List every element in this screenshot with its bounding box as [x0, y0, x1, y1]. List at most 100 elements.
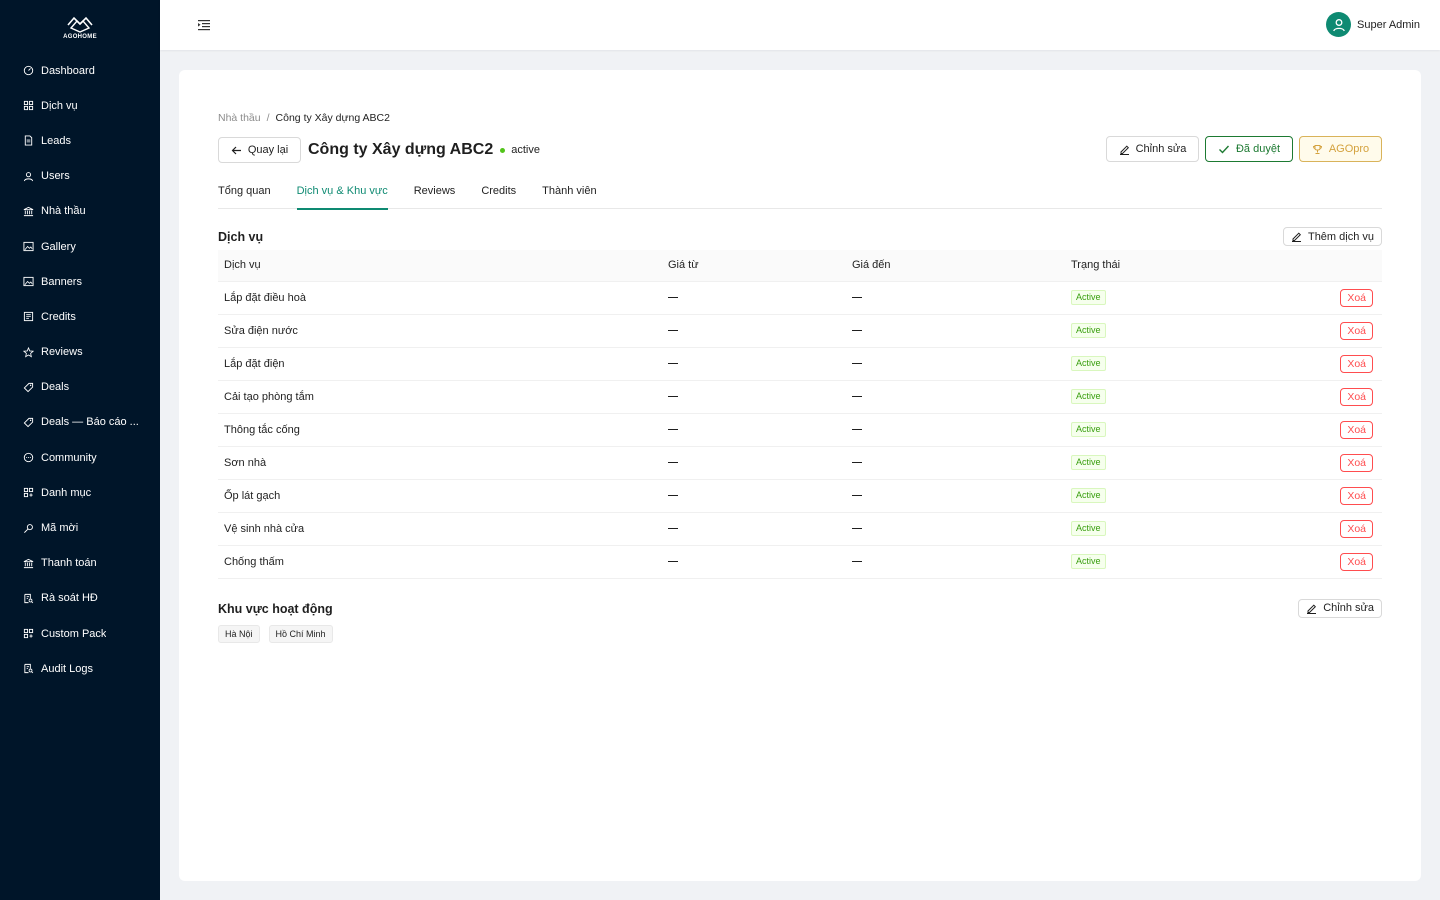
user-name: Super Admin	[1357, 18, 1420, 31]
price-from	[662, 314, 846, 348]
status-cell: Active	[1065, 479, 1265, 513]
delete-button[interactable]: Xoá	[1340, 288, 1373, 307]
sidebar-item-label: Mã mời	[41, 522, 79, 535]
empty-value-dash	[668, 330, 678, 332]
user-icon	[1332, 18, 1345, 31]
breadcrumb-current: Công ty Xây dựng ABC2	[275, 112, 390, 124]
tab-thanh-vien[interactable]: Thành viên	[542, 180, 596, 209]
price-to	[846, 347, 1065, 381]
table-row: Lắp đặt điều hoà Active Xoá	[218, 281, 1382, 315]
delete-button[interactable]: Xoá	[1340, 552, 1373, 571]
sidebar-item-nha-thau[interactable]: Nhà thầu	[0, 194, 160, 229]
delete-button[interactable]: Xoá	[1340, 354, 1373, 373]
price-from	[662, 380, 846, 414]
delete-button[interactable]: Xoá	[1340, 420, 1373, 439]
delete-button[interactable]: Xoá	[1340, 486, 1373, 505]
status-badge: Active	[1071, 422, 1106, 437]
sidebar-item-danh-muc[interactable]: Danh mục	[0, 475, 160, 510]
price-from	[662, 512, 846, 546]
wallet-icon	[22, 311, 34, 323]
sidebar-item-label: Dashboard	[41, 64, 95, 77]
status-dot	[500, 147, 506, 153]
regions-list: Hà Nội Hồ Chí Minh	[218, 624, 1382, 643]
service-name: Vệ sinh nhà cửa	[218, 512, 662, 546]
sidebar-menu: Dashboard Dịch vụ Leads Users Nhà thầu Galler…	[0, 53, 160, 686]
delete-button[interactable]: Xoá	[1340, 519, 1373, 538]
sidebar-item-label: Deals — Báo cáo ...	[41, 416, 139, 429]
sidebar-item-dashboard[interactable]: Dashboard	[0, 53, 160, 88]
sidebar-item-label: Banners	[41, 275, 82, 288]
status-badge: Active	[1071, 455, 1106, 470]
sidebar-item-custom-pack[interactable]: Custom Pack	[0, 616, 160, 651]
empty-value-dash	[852, 429, 862, 431]
back-button[interactable]: Quay lại	[218, 137, 301, 163]
empty-value-dash	[852, 363, 862, 365]
edit-icon	[1307, 603, 1317, 614]
sidebar-item-label: Gallery	[41, 240, 76, 253]
action-cell: Xoá	[1265, 512, 1382, 546]
sidebar-item-thanh-toan[interactable]: Thanh toán	[0, 546, 160, 581]
table-row: Lắp đặt điện Active Xoá	[218, 347, 1382, 381]
sidebar-item-label: Leads	[41, 134, 71, 147]
status-badge: Active	[1071, 554, 1106, 569]
add-service-label: Thêm dịch vụ	[1307, 230, 1374, 243]
key-icon	[22, 522, 34, 534]
content-card: Nhà thầu / Công ty Xây dựng ABC2 Quay lạ…	[179, 70, 1421, 881]
price-to	[846, 545, 1065, 579]
sidebar-item-ma-moi[interactable]: Mã mời	[0, 510, 160, 545]
edit-regions-button[interactable]: Chỉnh sửa	[1298, 598, 1382, 618]
sidebar-item-deals-bao-cao[interactable]: Deals — Báo cáo ...	[0, 405, 160, 440]
edit-button[interactable]: Chỉnh sửa	[1106, 136, 1199, 162]
sidebar-item-users[interactable]: Users	[0, 159, 160, 194]
delete-button[interactable]: Xoá	[1340, 321, 1373, 340]
regions-title: Khu vực hoạt động	[218, 601, 333, 616]
sidebar-item-credits[interactable]: Credits	[0, 299, 160, 334]
sidebar-item-banners[interactable]: Banners	[0, 264, 160, 299]
approved-button[interactable]: Đã duyệt	[1205, 136, 1293, 162]
table-row: Sửa điện nước Active Xoá	[218, 314, 1382, 348]
breadcrumb-separator: /	[266, 112, 270, 124]
check-icon	[1218, 145, 1229, 154]
logo[interactable]: AGOHOME	[0, 0, 160, 50]
sidebar-item-audit-logs[interactable]: Audit Logs	[0, 651, 160, 686]
tab-dich-vu-khu-vuc[interactable]: Dịch vụ & Khu vực	[296, 180, 388, 210]
services-table: Dịch vụ Giá từ Giá đến Trạng thái Lắp đặ…	[218, 250, 1382, 579]
back-button-label: Quay lại	[247, 144, 289, 156]
tab-credits[interactable]: Credits	[481, 180, 516, 209]
tab-tong-quan[interactable]: Tổng quan	[218, 180, 271, 209]
sidebar-item-gallery[interactable]: Gallery	[0, 229, 160, 264]
regions-section-header: Khu vực hoạt động Chỉnh sửa	[218, 597, 1382, 621]
status-badge: Active	[1071, 521, 1106, 536]
breadcrumb-parent[interactable]: Nhà thầu	[218, 112, 261, 124]
edit-icon	[1119, 144, 1129, 155]
user-icon	[22, 170, 34, 182]
sidebar-item-community[interactable]: Community	[0, 440, 160, 475]
title-actions: Chỉnh sửa Đã duyệt AGOpro	[1106, 136, 1382, 162]
table-row: Sơn nhà Active Xoá	[218, 446, 1382, 480]
user-menu[interactable]: Super Admin	[1326, 12, 1420, 37]
price-from	[662, 281, 846, 315]
service-name: Cải tạo phòng tắm	[218, 380, 662, 414]
menu-collapse-icon[interactable]	[197, 18, 211, 32]
agopro-button[interactable]: AGOpro	[1299, 136, 1382, 162]
delete-button[interactable]: Xoá	[1340, 453, 1373, 472]
sidebar-item-deals[interactable]: Deals	[0, 370, 160, 405]
action-cell: Xoá	[1265, 545, 1382, 579]
sidebar-item-reviews[interactable]: Reviews	[0, 335, 160, 370]
action-cell: Xoá	[1265, 413, 1382, 447]
sidebar-item-label: Thanh toán	[41, 557, 97, 570]
sidebar-item-ra-soat-hd[interactable]: Rà soát HĐ	[0, 581, 160, 616]
empty-value-dash	[668, 495, 678, 497]
service-name: Chống thấm	[218, 545, 662, 579]
breadcrumb: Nhà thầu / Công ty Xây dựng ABC2	[218, 110, 1382, 126]
delete-button[interactable]: Xoá	[1340, 387, 1373, 406]
add-service-button[interactable]: Thêm dịch vụ	[1282, 227, 1382, 246]
empty-value-dash	[852, 462, 862, 464]
action-cell: Xoá	[1265, 314, 1382, 348]
empty-value-dash	[668, 297, 678, 299]
sidebar-item-leads[interactable]: Leads	[0, 123, 160, 158]
sidebar-item-dich-vu[interactable]: Dịch vụ	[0, 88, 160, 123]
top-header: Super Admin	[160, 0, 1440, 50]
price-from	[662, 446, 846, 480]
tab-reviews[interactable]: Reviews	[414, 180, 456, 209]
